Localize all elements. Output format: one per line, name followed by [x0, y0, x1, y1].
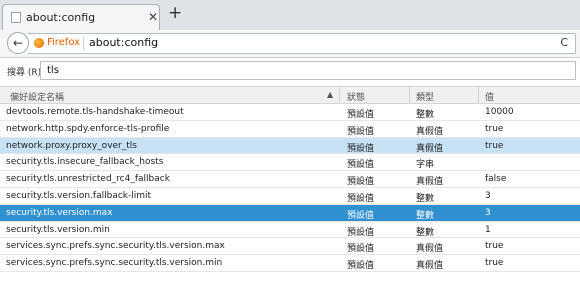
pref-status: 預設值: [347, 143, 375, 154]
pref-value: 3: [485, 207, 491, 218]
pref-type: 整數: [416, 227, 435, 238]
tab-about-config[interactable]: about:config ✕: [2, 4, 160, 30]
page-icon: [11, 12, 21, 23]
pref-name: services.sync.prefs.sync.security.tls.ve…: [6, 241, 225, 252]
pref-status: 預設值: [347, 261, 375, 272]
table-row[interactable]: security.tls.unrestricted_rc4_fallback 預設…: [0, 171, 580, 188]
pref-status: 預設值: [347, 126, 375, 137]
pref-type: 真假值: [416, 244, 444, 255]
table-row[interactable]: security.tls.version.fallback-limit 預設值 整數…: [0, 188, 580, 205]
navigation-bar: Firefox about:config C ←: [0, 30, 580, 58]
new-tab-icon[interactable]: +: [168, 3, 182, 23]
pref-name: network.http.spdy.enforce-tls-profile: [6, 123, 170, 134]
column-header-name[interactable]: 偏好設定名稱: [10, 90, 64, 103]
column-header-value[interactable]: 值: [485, 90, 494, 103]
pref-name: network.proxy.proxy_over_tls: [6, 140, 137, 151]
pref-status: 預設值: [347, 244, 375, 255]
back-button[interactable]: ←: [7, 32, 29, 54]
pref-type: 整數: [416, 193, 435, 204]
pref-type: 真假值: [416, 143, 444, 154]
pref-value: true: [485, 123, 504, 134]
pref-name: security.tls.version.fallback-limit: [6, 190, 152, 201]
firefox-icon: [34, 38, 44, 48]
pref-value: true: [485, 258, 504, 269]
identity-label[interactable]: Firefox: [47, 37, 80, 48]
pref-value: 10000: [485, 107, 514, 117]
preferences-table: 偏好設定名稱 ▲ 狀態 類型 值 devtools.remote.tls-han…: [0, 86, 580, 272]
tab-title: about:config: [26, 11, 96, 24]
pref-type: 真假值: [416, 177, 444, 188]
pref-type: 真假值: [416, 126, 444, 137]
reload-icon[interactable]: C: [560, 36, 568, 49]
table-row[interactable]: security.tls.version.max 預設值 整數 3: [0, 204, 580, 222]
pref-name: security.tls.version.max: [6, 207, 113, 218]
table-row[interactable]: network.proxy.proxy_over_tls 預設值 真假值 true: [0, 137, 580, 155]
close-icon[interactable]: ✕: [148, 10, 158, 24]
pref-status: 預設值: [347, 160, 375, 171]
table-row[interactable]: services.sync.prefs.sync.security.tls.ve…: [0, 238, 580, 256]
url-divider: [83, 37, 84, 50]
back-arrow-icon: ←: [12, 36, 24, 50]
pref-status: 預設值: [347, 210, 375, 221]
table-row[interactable]: network.http.spdy.enforce-tls-profile 預設值…: [0, 121, 580, 138]
pref-status: 預設值: [347, 110, 375, 120]
table-row[interactable]: services.sync.prefs.sync.security.tls.ve…: [0, 255, 580, 272]
table-row[interactable]: security.tls.insecure_fallback_hosts 預設值 字…: [0, 154, 580, 172]
pref-value: false: [485, 174, 507, 185]
search-input[interactable]: [40, 61, 576, 80]
pref-value: 3: [485, 190, 491, 201]
column-divider[interactable]: [339, 87, 340, 103]
pref-value: 1: [485, 224, 491, 235]
pref-name: security.tls.unrestricted_rc4_fallback: [6, 174, 170, 185]
pref-type: 整數: [416, 210, 435, 221]
column-header-type[interactable]: 類型: [416, 90, 434, 103]
url-bar[interactable]: Firefox about:config C: [28, 33, 576, 54]
pref-status: 預設值: [347, 177, 375, 188]
pref-type: 真假值: [416, 261, 444, 272]
pref-value: true: [485, 241, 504, 252]
pref-status: 預設值: [347, 193, 375, 204]
pref-type: 字串: [416, 160, 435, 171]
pref-name: security.tls.insecure_fallback_hosts: [6, 157, 164, 168]
pref-name: devtools.remote.tls-handshake-timeout: [6, 107, 184, 117]
search-label: 搜尋 (R):: [7, 68, 45, 78]
url-text[interactable]: about:config: [89, 36, 158, 49]
pref-name: security.tls.version.min: [6, 224, 110, 235]
pref-name: services.sync.prefs.sync.security.tls.ve…: [6, 258, 223, 269]
search-row: 搜尋 (R):: [0, 58, 580, 84]
table-body: devtools.remote.tls-handshake-timeout 預設值…: [0, 104, 580, 272]
sort-ascending-icon[interactable]: ▲: [327, 90, 333, 99]
pref-value: true: [485, 140, 504, 151]
table-header: 偏好設定名稱 ▲ 狀態 類型 值: [0, 86, 580, 104]
pref-type: 整數: [416, 110, 435, 120]
table-row[interactable]: devtools.remote.tls-handshake-timeout 預設值…: [0, 104, 580, 121]
pref-status: 預設值: [347, 227, 375, 238]
table-row[interactable]: security.tls.version.min 預設值 整數 1: [0, 222, 580, 239]
column-header-status[interactable]: 狀態: [347, 90, 365, 103]
column-divider[interactable]: [478, 87, 479, 103]
column-divider[interactable]: [409, 87, 410, 103]
tab-bar: about:config ✕ +: [0, 0, 580, 31]
